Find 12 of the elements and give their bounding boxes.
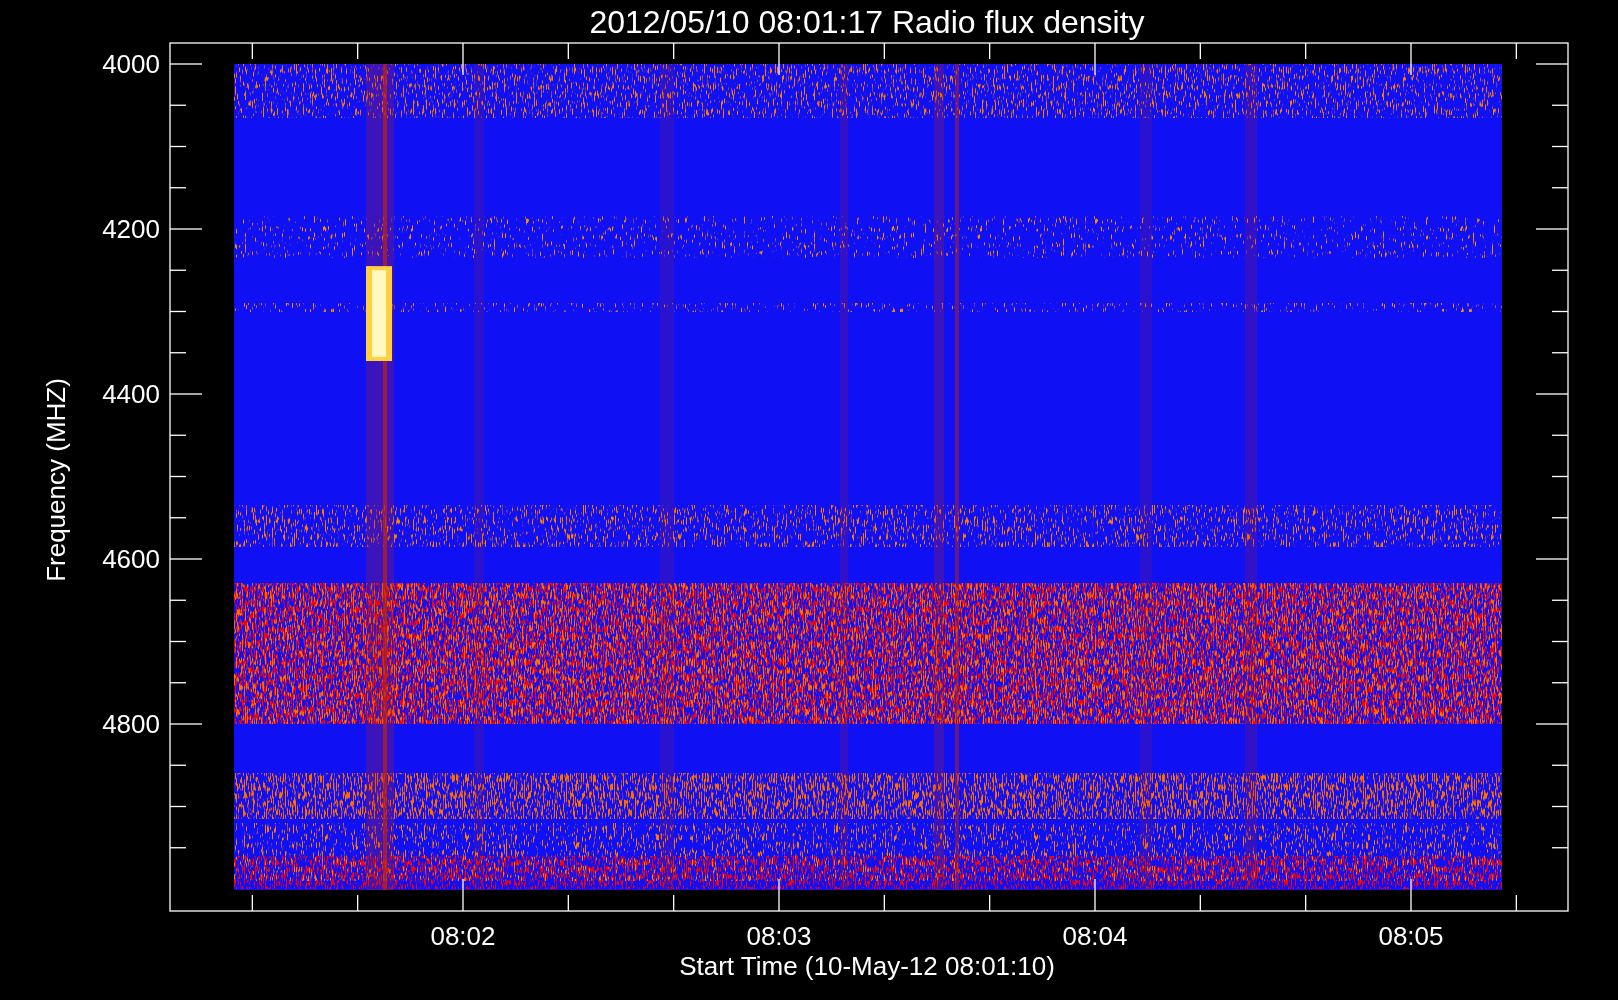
plot-title: 2012/05/10 08:01:17 Radio flux density [589, 4, 1145, 40]
tick-label: 08:04 [1062, 921, 1128, 951]
tick-label: 4200 [102, 214, 160, 244]
tick-label: 08:02 [430, 921, 496, 951]
axis-label: Frequency (MHZ) [41, 378, 71, 582]
tick-label: 4000 [102, 49, 160, 79]
tick-label: 08:03 [746, 921, 812, 951]
tick-label: 4800 [102, 709, 160, 739]
tick-label: 08:05 [1378, 921, 1444, 951]
tick-label: 4400 [102, 379, 160, 409]
axis-label: Start Time (10-May-12 08:01:10) [679, 951, 1055, 981]
tick-label: 4600 [102, 544, 160, 574]
